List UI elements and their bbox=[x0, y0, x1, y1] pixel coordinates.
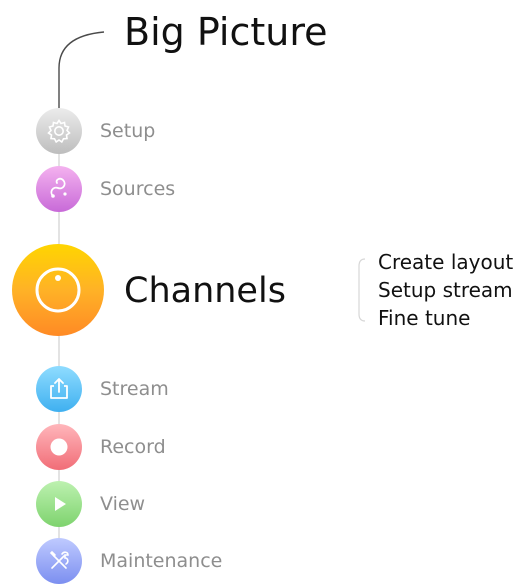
step-view-label: View bbox=[100, 493, 146, 515]
play-icon bbox=[55, 497, 66, 511]
step-sources-badge bbox=[36, 166, 82, 212]
gear-icon bbox=[47, 119, 71, 144]
step-channels-badge[interactable] bbox=[12, 244, 104, 336]
circle-icon bbox=[35, 267, 81, 313]
subtask-setup-stream[interactable]: Setup stream bbox=[378, 276, 513, 304]
subtask-fine-tune[interactable]: Fine tune bbox=[378, 304, 470, 332]
big-picture-panel: Big Picture Setup Sources Channels Creat… bbox=[0, 0, 522, 584]
step-stream-label: Stream bbox=[100, 378, 169, 400]
swirl-icon bbox=[50, 177, 67, 198]
subtask-bracket bbox=[358, 258, 366, 322]
step-sources[interactable]: Sources bbox=[0, 166, 300, 214]
step-maintenance-badge bbox=[36, 538, 82, 584]
step-stream[interactable]: Stream bbox=[0, 366, 300, 414]
step-setup-label: Setup bbox=[100, 120, 156, 142]
subtask-create-layout[interactable]: Create layout bbox=[378, 248, 513, 276]
step-record[interactable]: Record bbox=[0, 424, 300, 472]
share-icon bbox=[50, 378, 68, 399]
step-view-badge bbox=[36, 481, 82, 527]
step-maintenance-label: Maintenance bbox=[100, 550, 223, 572]
page-title: Big Picture bbox=[124, 10, 328, 54]
step-view[interactable]: View bbox=[0, 481, 300, 529]
step-stream-badge bbox=[36, 366, 82, 412]
step-setup-badge bbox=[36, 108, 82, 154]
step-record-label: Record bbox=[100, 436, 166, 458]
step-sources-label: Sources bbox=[100, 178, 176, 200]
step-record-badge bbox=[36, 424, 82, 470]
step-maintenance[interactable]: Maintenance bbox=[0, 538, 300, 586]
tools-icon bbox=[49, 550, 69, 569]
record-icon bbox=[50, 438, 68, 456]
step-setup[interactable]: Setup bbox=[0, 108, 300, 156]
step-channels-label: Channels bbox=[124, 271, 286, 311]
